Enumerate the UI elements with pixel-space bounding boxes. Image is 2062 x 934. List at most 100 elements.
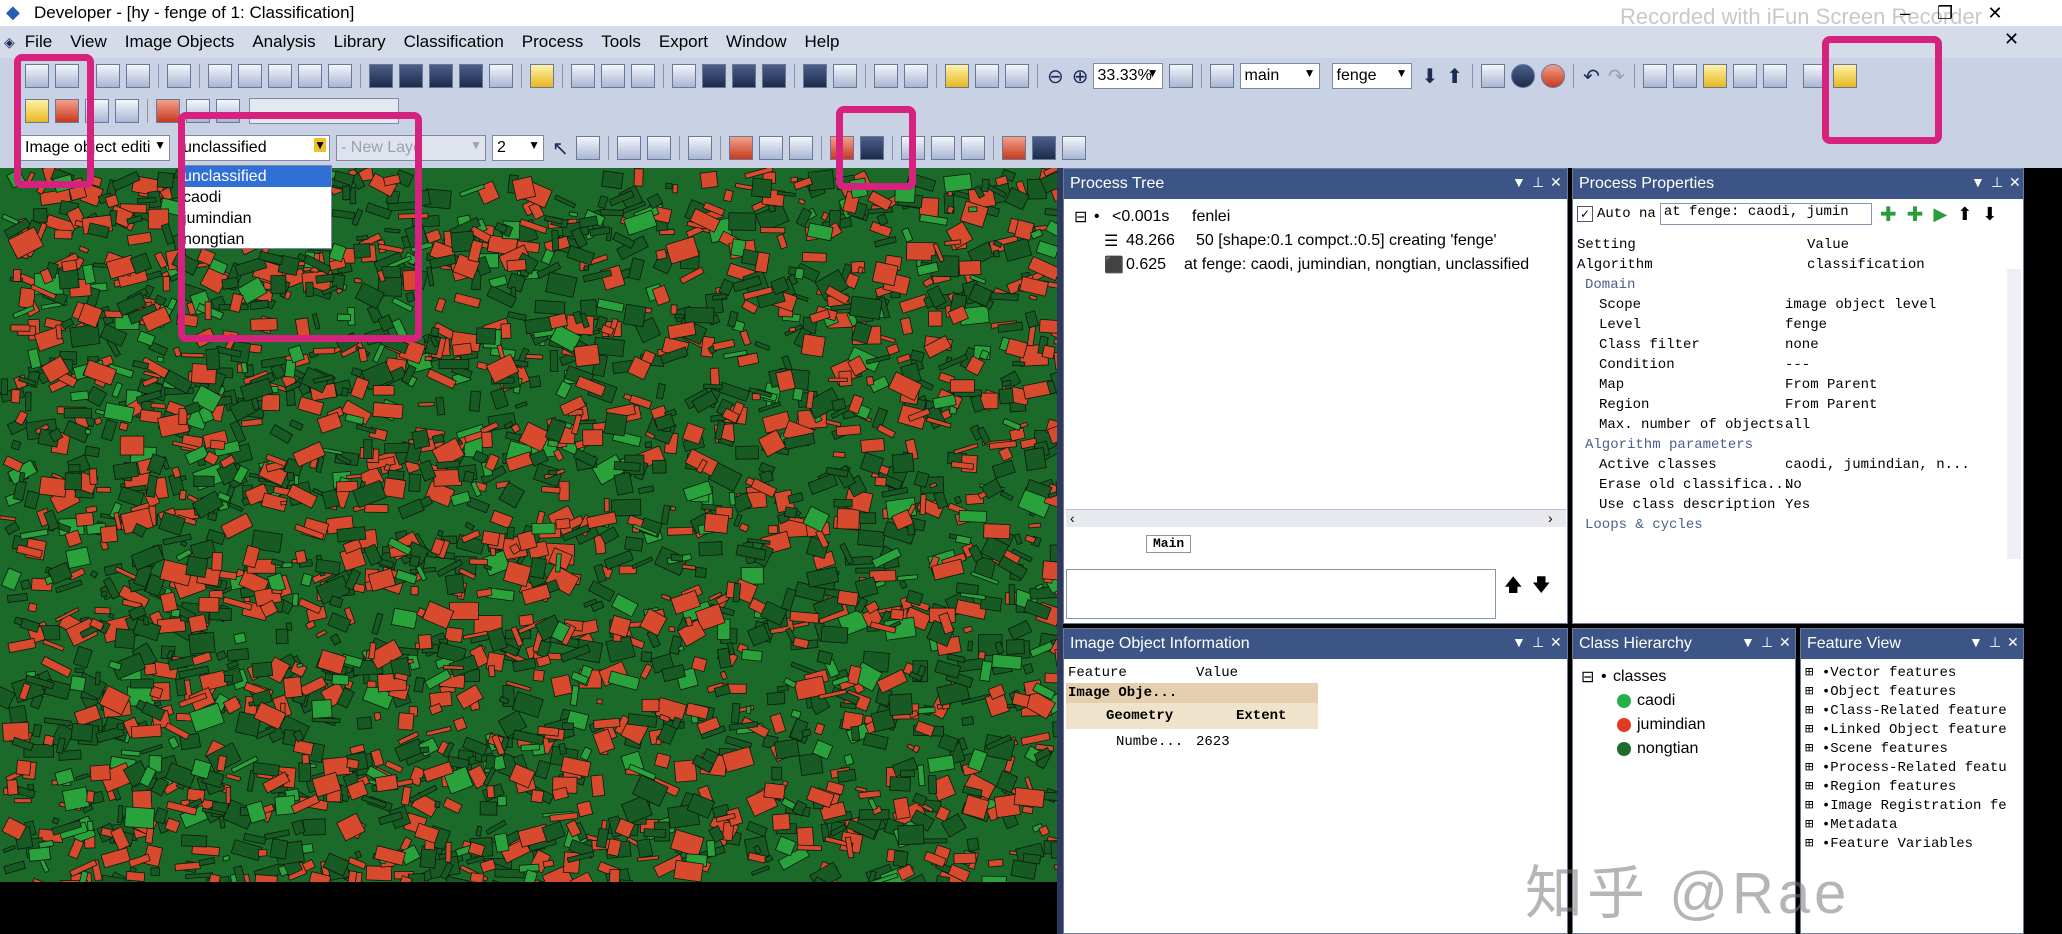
- expand-icon[interactable]: ⊞ •: [1805, 816, 1830, 833]
- feature-view-item[interactable]: ⊞ • Class-Related feature: [1805, 701, 2019, 720]
- level-down-icon[interactable]: ⬇: [1422, 64, 1439, 89]
- magic-icon[interactable]: [833, 64, 857, 88]
- lock-icon[interactable]: [1672, 64, 1697, 88]
- process-tree-icon[interactable]: [631, 64, 655, 88]
- process-item[interactable]: ⬛ 0.625 at fenge: caodi, jumindian, nong…: [1074, 253, 1557, 277]
- minimize-button[interactable]: –: [1885, 0, 1925, 26]
- view-classification-icon[interactable]: [429, 64, 453, 88]
- copy-icon[interactable]: [1642, 64, 1667, 88]
- objects-icon[interactable]: [268, 64, 292, 88]
- execute-icon[interactable]: ▶: [1933, 204, 1947, 225]
- move-up-icon[interactable]: 🡅: [1504, 573, 1523, 603]
- menu-tools[interactable]: Tools: [592, 32, 650, 52]
- app-menu-icon[interactable]: ◈: [4, 34, 15, 51]
- refresh-icon[interactable]: [960, 136, 985, 160]
- color-icon[interactable]: [156, 99, 180, 123]
- close-icon[interactable]: ✕: [1550, 174, 1562, 191]
- view-outline-icon[interactable]: [489, 64, 513, 88]
- feature-view-icon[interactable]: [571, 64, 595, 88]
- expand-icon[interactable]: ⊞ •: [1805, 759, 1830, 776]
- menu-help[interactable]: Help: [796, 32, 849, 52]
- property-row[interactable]: Level fenge: [1577, 315, 2019, 335]
- map-viewer[interactable]: [0, 168, 1057, 882]
- zoom-fit-icon[interactable]: [1168, 64, 1193, 88]
- print-icon[interactable]: [126, 64, 150, 88]
- layout-single-icon[interactable]: [672, 64, 696, 88]
- window-icon[interactable]: [1481, 64, 1506, 88]
- view-image-icon[interactable]: [369, 64, 393, 88]
- layout-vertical-icon[interactable]: [762, 64, 786, 88]
- tab-main[interactable]: Main: [1146, 535, 1192, 553]
- pin-icon[interactable]: ⊥: [1761, 634, 1773, 651]
- feature-view-item[interactable]: ⊞ • Metadata: [1805, 815, 2019, 834]
- cross-icon[interactable]: [115, 99, 139, 123]
- pin-icon[interactable]: ⊥: [1991, 174, 2003, 191]
- class-root[interactable]: ⊟ • classes: [1581, 665, 1787, 689]
- dropdown-icon[interactable]: ▼: [1512, 634, 1526, 650]
- property-row[interactable]: Active classes caodi, jumindian, n...: [1577, 455, 2019, 475]
- view-layer-icon[interactable]: [399, 64, 423, 88]
- zoom-in-icon[interactable]: ⊕: [1072, 64, 1089, 89]
- maximize-button[interactable]: ❐: [1925, 0, 1965, 26]
- palette-icon[interactable]: [904, 64, 928, 88]
- dropdown-icon[interactable]: ▼: [1512, 174, 1526, 190]
- save-icon[interactable]: [167, 64, 191, 88]
- edit-layer-icon[interactable]: [298, 64, 322, 88]
- menu-export[interactable]: Export: [650, 32, 717, 52]
- redo-icon[interactable]: ↷: [1608, 64, 1625, 89]
- feature-view-item[interactable]: ⊞ • Object features: [1805, 682, 2019, 701]
- menu-classification[interactable]: Classification: [395, 32, 513, 52]
- class-hierarchy-icon[interactable]: [601, 64, 625, 88]
- close-icon[interactable]: ✕: [1550, 634, 1562, 651]
- process-item[interactable]: ☰ 48.266 50 [shape:0.1 compct.:0.5] crea…: [1074, 229, 1557, 253]
- vertical-scrollbar[interactable]: [2007, 269, 2021, 559]
- class-item-jumindian[interactable]: jumindian: [1581, 713, 1787, 737]
- class-item-caodi[interactable]: caodi: [1581, 689, 1787, 713]
- add-icon[interactable]: ✚: [1880, 202, 1897, 227]
- polygon-cut-icon[interactable]: [575, 136, 600, 160]
- hand-pan-icon[interactable]: [975, 64, 999, 88]
- scroll-right-icon[interactable]: ›: [1548, 510, 1553, 526]
- pan-window-icon[interactable]: [530, 64, 554, 88]
- layout-horizontal-icon[interactable]: [732, 64, 756, 88]
- link-icon[interactable]: [1209, 64, 1234, 88]
- link-objects-icon[interactable]: [758, 136, 783, 160]
- level-select[interactable]: fenge ▼: [1331, 63, 1412, 89]
- properties-section[interactable]: Domain: [1577, 275, 2019, 295]
- properties-section[interactable]: Algorithm parameters: [1577, 435, 2019, 455]
- menu-library[interactable]: Library: [325, 32, 395, 52]
- close-button[interactable]: ✕: [1975, 0, 2015, 26]
- cut-icon[interactable]: [930, 136, 955, 160]
- collapse-icon[interactable]: ⊟: [1581, 667, 1601, 687]
- horizontal-scrollbar[interactable]: ‹ ›: [1066, 509, 1566, 527]
- property-row[interactable]: Erase old classifica... No: [1577, 475, 2019, 495]
- info-icon[interactable]: [1511, 64, 1536, 88]
- thematic-icon[interactable]: [238, 64, 262, 88]
- binoculars-icon[interactable]: [1762, 64, 1787, 88]
- feature-view-item[interactable]: ⊞ • Region features: [1805, 777, 2019, 796]
- add-child-icon[interactable]: ✚: [1907, 202, 1924, 227]
- expand-icon[interactable]: ⊞ •: [1805, 664, 1830, 681]
- feature-view-item[interactable]: ⊞ • Scene features: [1805, 739, 2019, 758]
- pin-icon[interactable]: ⊥: [1532, 634, 1544, 651]
- auto-name-input[interactable]: at fenge: caodi, jumin: [1659, 203, 1872, 225]
- undo-icon[interactable]: ↶: [1583, 64, 1600, 89]
- info-subgroup-row[interactable]: Geometry Extent: [1066, 703, 1318, 729]
- move-down-icon[interactable]: ⬇: [1982, 204, 1997, 225]
- layer-icon[interactable]: [208, 64, 232, 88]
- zoom-out-icon[interactable]: ⊖: [1047, 64, 1064, 89]
- close-icon[interactable]: ✕: [2007, 634, 2019, 651]
- menu-image-objects[interactable]: Image Objects: [116, 32, 244, 52]
- expand-icon[interactable]: ⊞ •: [1805, 702, 1830, 719]
- properties-section[interactable]: Loops & cycles: [1577, 515, 2019, 535]
- cursor-icon[interactable]: [945, 64, 969, 88]
- new-workspace-icon[interactable]: [96, 64, 120, 88]
- move-up-icon[interactable]: ⬆: [1957, 204, 1972, 225]
- algorithm-row[interactable]: Algorithm classification: [1577, 255, 2019, 275]
- scroll-left-icon[interactable]: ‹: [1070, 510, 1075, 526]
- merge-icon[interactable]: [616, 136, 641, 160]
- feature-view-item[interactable]: ⊞ • Vector features: [1805, 663, 2019, 682]
- info-group-row[interactable]: Image Obje...: [1066, 683, 1318, 703]
- pin-icon[interactable]: ⊥: [1532, 174, 1544, 191]
- property-row[interactable]: Region From Parent: [1577, 395, 2019, 415]
